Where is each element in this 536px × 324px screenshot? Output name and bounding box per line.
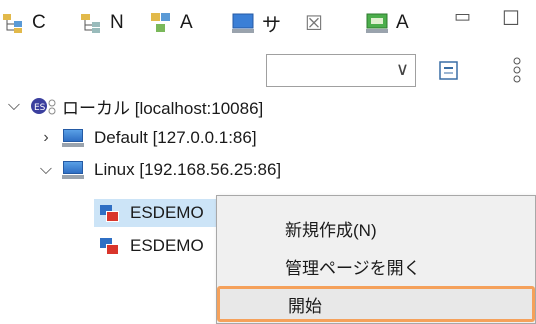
application-icon [100,203,120,223]
server-icon [62,161,84,179]
menu-item-label: 新規作成(N) [285,220,377,240]
tree-item-app[interactable]: ESDEMO [94,232,216,260]
chevron-down-icon[interactable]: ⌵ [38,161,54,179]
navigator-icon [80,12,102,34]
tab-label: C [32,12,46,33]
tab-apps[interactable]: A [150,4,193,42]
collapse-all-icon[interactable] [438,60,460,82]
view-menu-icon[interactable] [510,56,524,86]
close-icon[interactable]: ☒ [305,11,323,36]
filter-combo[interactable]: ∨ [266,54,416,87]
monitor-icon [366,12,388,34]
tree-item-app[interactable]: ESDEMO [94,199,216,227]
menu-item-start[interactable]: 開始 [217,286,535,322]
menu-item-label: 開始 [288,296,322,316]
tab-label: サ [262,14,282,36]
maximize-icon[interactable]: ☐ [502,6,520,31]
tree-item-label: ESDEMO [130,236,204,255]
tree-item-label: Linux [192.168.56.25:86] [94,160,282,179]
context-menu: 新規作成(N) 管理ページを開く 開始 [216,195,536,324]
hierarchy-icon [2,12,24,34]
server-icon [232,12,254,34]
application-icon [100,236,120,256]
view-tab-bar: C N A サ ☒ A ▭ ☐ [0,0,536,46]
server-icon [62,129,84,147]
menu-item-new[interactable]: 新規作成(N) [217,210,535,246]
tree-item-default-server[interactable]: › Default [127.0.0.1:86] [38,124,257,152]
es-server-icon: ES [30,95,58,117]
menu-item-label: 管理ページを開く [285,258,421,278]
menu-item-open-admin-page[interactable]: 管理ページを開く [217,248,535,284]
tree-item-linux-server[interactable]: ⌵ Linux [192.168.56.25:86] [38,156,281,184]
minimize-icon[interactable]: ▭ [454,6,471,27]
tab-class[interactable]: C [2,4,46,42]
svg-text:ES: ES [34,103,46,113]
tree-item-local[interactable]: ⌵ ES ローカル [localhost:10086] [6,92,263,120]
chevron-right-icon[interactable]: › [38,129,54,147]
tab-navigator[interactable]: N [80,4,124,42]
tree-item-label: ESDEMO [130,203,204,222]
tree-item-label: ローカル [localhost:10086] [62,98,264,118]
tab-label: A [396,12,409,33]
chevron-down-icon[interactable]: ∨ [396,59,409,80]
chevron-down-icon[interactable]: ⌵ [6,97,22,115]
tab-servers[interactable]: サ ☒ [232,4,323,42]
tree-item-label: Default [127.0.0.1:86] [94,128,257,147]
tab-label: A [180,12,193,33]
tab-monitor[interactable]: A [366,4,409,42]
tab-label: N [110,12,124,33]
apps-icon [150,12,172,34]
